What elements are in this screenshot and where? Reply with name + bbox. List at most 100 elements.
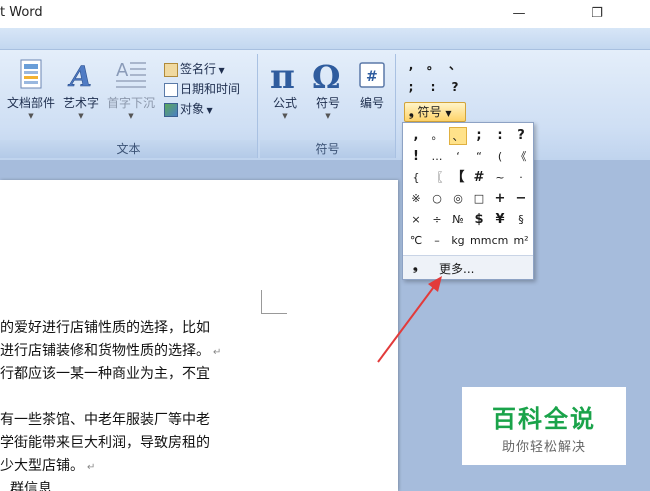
document-line: 少大型店铺。 ↵ <box>0 458 96 474</box>
minimize-button[interactable]: — <box>508 3 530 25</box>
equation-button[interactable]: π 公式 ▼ <box>266 58 304 120</box>
symbol-cell[interactable]: ○ <box>428 190 446 208</box>
symbol-dropdown-button[interactable]: ❟ 符号 ▼ <box>404 102 466 122</box>
symbol-cell[interactable]: 【 <box>449 169 467 187</box>
symbol-cell[interactable]: × <box>407 211 425 229</box>
dropcap-icon: A <box>116 60 146 88</box>
symbols-group: π 公式 ▼ Ω 符号 ▼ # 编号 符号 <box>260 54 396 158</box>
object-label: 对象 <box>180 102 205 116</box>
symbol-cell[interactable]: 、 <box>449 127 467 145</box>
calendar-icon <box>164 82 178 97</box>
symbol-cell[interactable]: ! <box>407 148 425 166</box>
symbol-cell[interactable]: m² <box>512 232 530 250</box>
symbol-cell[interactable]: # <box>470 169 488 187</box>
mini-symbol[interactable]: , <box>402 56 420 74</box>
signature-line-label: 签名行 <box>180 62 217 76</box>
symbol-dropdown-label: 符号 <box>417 105 442 119</box>
document-line: 进行店铺装修和货物性质的选择。 ↵ <box>0 343 222 359</box>
object-icon <box>164 102 178 117</box>
symbol-cell[interactable]: $ <box>470 211 488 229</box>
document-line: 行都应该一某一种商业为主，不宜 <box>0 366 210 382</box>
margin-corner-mark <box>261 290 287 314</box>
symbol-cell[interactable]: ¥ <box>491 211 509 229</box>
symbol-cell[interactable]: + <box>491 190 509 208</box>
chevron-down-icon: ▼ <box>78 112 84 120</box>
ribbon: 文档部件 ▼ A 艺术字 ▼ A 首字下沉 ▼ 签名行 ▼ 日期和时间 对象 ▼… <box>0 50 650 160</box>
number-button[interactable]: # 编号 <box>352 58 392 111</box>
wordart-label: 艺术字 <box>62 96 99 110</box>
symbol-cell[interactable]: ÷ <box>428 211 446 229</box>
mini-symbol[interactable]: ? <box>446 78 464 96</box>
mini-symbol[interactable]: 、 <box>446 56 464 74</box>
signature-line-icon <box>164 62 178 77</box>
symbol-cell[interactable]: mm <box>470 232 491 250</box>
symbol-cell[interactable]: { <box>407 169 425 187</box>
document-line: 有一些茶馆、中老年服装厂等中老 <box>0 412 210 428</box>
symbol-cell[interactable]: : <box>491 127 509 145</box>
document-line: 的爱好进行店铺性质的选择，比如 <box>0 320 210 336</box>
symbol-cell[interactable]: − <box>512 190 530 208</box>
chevron-down-icon: ▼ <box>445 109 452 118</box>
svg-text:A: A <box>67 60 92 92</box>
symbol-cell[interactable]: ‘ <box>449 148 467 166</box>
symbol-cell[interactable]: 〖 <box>428 169 446 187</box>
symbol-cell[interactable]: ~ <box>491 169 509 187</box>
symbol-cell[interactable]: □ <box>470 190 488 208</box>
object-button[interactable]: 对象 ▼ <box>164 100 213 118</box>
chevron-down-icon: ▼ <box>204 106 213 115</box>
ribbon-tab-strip <box>0 28 650 50</box>
symbol-cell[interactable]: § <box>512 211 530 229</box>
equation-label: 公式 <box>272 96 297 110</box>
pi-icon: π <box>270 58 295 92</box>
svg-text:#: # <box>366 69 378 85</box>
symbol-cell[interactable]: , <box>407 127 425 145</box>
symbol-cell[interactable]: ℃ <box>407 232 425 250</box>
window-title: t Word <box>0 5 43 20</box>
annotation-arrow <box>377 276 442 363</box>
wordart-button[interactable]: A 艺术字 ▼ <box>60 58 102 120</box>
document-line: 群信息 <box>10 481 52 491</box>
symbol-cell[interactable]: “ <box>470 148 488 166</box>
symbol-cell[interactable]: ◎ <box>449 190 467 208</box>
doc-parts-button[interactable]: 文档部件 ▼ <box>4 58 58 120</box>
symbol-cell[interactable]: ; <box>470 127 488 145</box>
restore-button[interactable]: ❐ <box>586 3 608 25</box>
symbol-cell[interactable]: 。 <box>428 127 446 145</box>
symbol-cell[interactable]: № <box>449 211 467 229</box>
watermark-title: 百科全说 <box>492 405 596 433</box>
symbol-cell[interactable]: cm <box>491 232 509 250</box>
title-bar: t Word — ❐ <box>0 0 650 28</box>
symbol-cell[interactable]: … <box>428 148 446 166</box>
omega-icon: Ω <box>312 58 340 92</box>
signature-line-button[interactable]: 签名行 ▼ <box>164 60 225 78</box>
chevron-down-icon: ▼ <box>282 112 288 120</box>
symbols-group-label: 符号 <box>260 140 395 158</box>
wordart-icon: A <box>67 60 92 92</box>
doc-parts-label: 文档部件 <box>6 96 55 110</box>
symbol-cell[interactable]: ※ <box>407 190 425 208</box>
svg-text:A: A <box>116 60 129 81</box>
symbol-cell[interactable]: – <box>428 232 446 250</box>
symbol-cell[interactable]: kg <box>449 232 467 250</box>
dropcap-button[interactable]: A 首字下沉 ▼ <box>103 58 159 120</box>
watermark: 百科全说 助你轻松解决 <box>462 387 626 465</box>
mini-symbol[interactable]: 。 <box>424 56 442 74</box>
document-page[interactable]: 的爱好进行店铺性质的选择，比如 进行店铺装修和货物性质的选择。 ↵ 行都应该一某一… <box>0 180 398 491</box>
symbol-cell[interactable]: ? <box>512 127 530 145</box>
date-time-button[interactable]: 日期和时间 <box>164 80 240 98</box>
text-group-label: 文本 <box>0 140 257 158</box>
mini-symbol[interactable]: ; <box>402 78 420 96</box>
chevron-down-icon: ▼ <box>216 66 225 75</box>
mini-symbol[interactable]: : <box>424 78 442 96</box>
symbol-cell[interactable]: · <box>512 169 530 187</box>
symbol-button[interactable]: Ω 符号 ▼ <box>308 58 348 120</box>
text-group: 文档部件 ▼ A 艺术字 ▼ A 首字下沉 ▼ 签名行 ▼ 日期和时间 对象 ▼… <box>0 54 258 158</box>
symbol-cell[interactable]: 《 <box>512 148 530 166</box>
dropcap-label: 首字下沉 <box>106 96 155 110</box>
chevron-down-icon: ▼ <box>128 112 134 120</box>
chevron-down-icon: ▼ <box>325 112 331 120</box>
date-time-label: 日期和时间 <box>180 82 241 96</box>
number-label: 编号 <box>359 96 384 110</box>
chevron-down-icon: ▼ <box>28 112 34 120</box>
symbol-cell[interactable]: ( <box>491 148 509 166</box>
